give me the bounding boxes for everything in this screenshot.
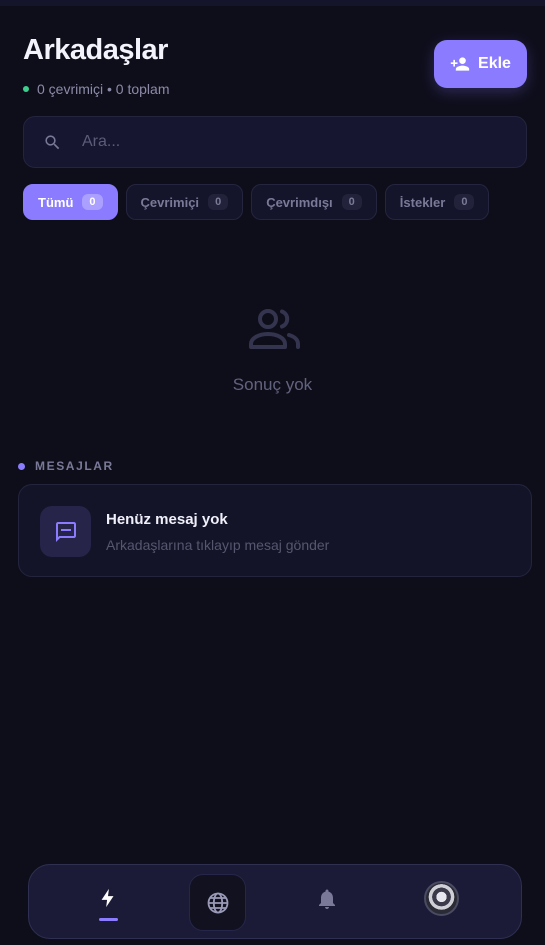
messages-section-header: MESAJLAR bbox=[18, 459, 114, 473]
tab-online[interactable]: Çevrimiçi 0 bbox=[125, 184, 244, 220]
tab-count-badge: 0 bbox=[454, 194, 475, 210]
tab-requests[interactable]: İstekler 0 bbox=[384, 184, 490, 220]
messages-section-label: MESAJLAR bbox=[35, 459, 114, 473]
empty-state-text: Sonuç yok bbox=[232, 375, 313, 394]
messages-empty-title: Henüz mesaj yok bbox=[106, 511, 228, 528]
add-friend-button[interactable]: Ekle bbox=[434, 40, 527, 88]
bottom-navigation bbox=[28, 864, 522, 939]
tab-count-badge: 0 bbox=[208, 194, 229, 210]
tab-offline[interactable]: Çevrimdışı 0 bbox=[251, 184, 377, 220]
person-add-icon bbox=[450, 54, 470, 74]
nav-home-button[interactable] bbox=[91, 883, 125, 913]
tab-label: Çevrimiçi bbox=[140, 194, 200, 210]
status-text: 0 çevrimiçi • 0 toplam bbox=[37, 81, 170, 97]
messages-empty-card: Henüz mesaj yok Arkadaşlarına tıklayıp m… bbox=[18, 484, 532, 577]
people-icon bbox=[248, 308, 302, 350]
lightning-icon bbox=[97, 886, 119, 910]
online-indicator-dot bbox=[23, 86, 29, 92]
avatar[interactable] bbox=[424, 881, 459, 916]
tab-label: Tümü bbox=[38, 194, 74, 210]
tab-label: Çevrimdışı bbox=[266, 194, 333, 210]
search-icon bbox=[43, 133, 62, 152]
friend-status-line: 0 çevrimiçi • 0 toplam bbox=[23, 81, 170, 97]
messages-empty-subtitle: Arkadaşlarına tıklayıp mesaj gönder bbox=[106, 537, 330, 553]
chat-bubble-icon bbox=[40, 506, 91, 557]
add-button-label: Ekle bbox=[478, 55, 511, 72]
top-edge-bar bbox=[0, 0, 545, 6]
nav-notifications-button[interactable] bbox=[313, 885, 341, 913]
search-bar bbox=[23, 116, 527, 168]
tab-count-badge: 0 bbox=[341, 194, 362, 210]
tab-label: İstekler bbox=[399, 194, 446, 210]
filter-tabs: Tümü 0 Çevrimiçi 0 Çevrimdışı 0 İstekler… bbox=[23, 184, 490, 220]
active-tab-indicator bbox=[99, 918, 118, 921]
tab-all[interactable]: Tümü 0 bbox=[23, 184, 118, 220]
bell-icon bbox=[315, 887, 339, 911]
search-input[interactable] bbox=[82, 133, 482, 151]
tab-count-badge: 0 bbox=[82, 194, 103, 210]
page-title: Arkadaşlar bbox=[23, 34, 168, 66]
globe-icon bbox=[206, 891, 230, 915]
nav-explore-button[interactable] bbox=[189, 874, 246, 931]
section-dot bbox=[18, 462, 25, 470]
